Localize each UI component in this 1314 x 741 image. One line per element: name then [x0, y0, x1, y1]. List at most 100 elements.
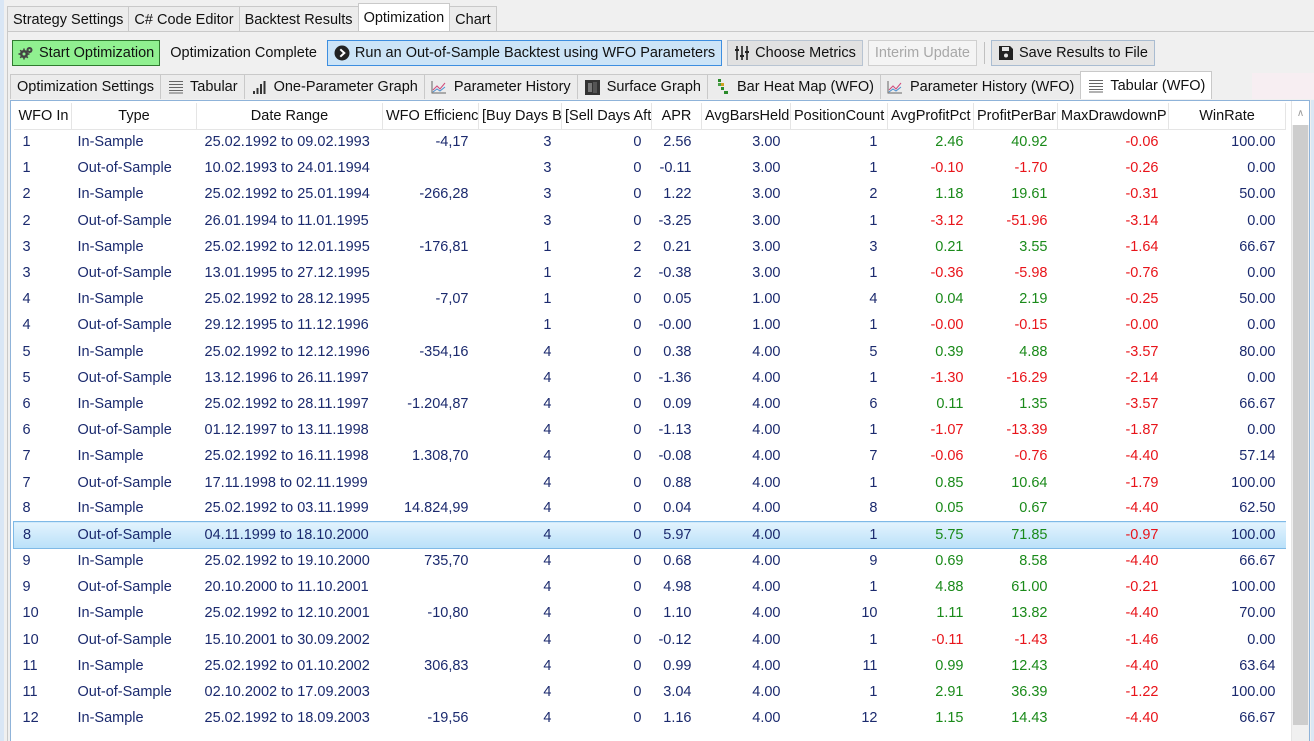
run-oos-backtest-button[interactable]: Run an Out-of-Sample Backtest using WFO …	[326, 40, 723, 66]
cell-avg-bars-held: 4.00	[752, 631, 781, 648]
column-header-position-count[interactable]: PositionCount	[790, 103, 888, 130]
tab-tabular-wfo[interactable]: Tabular (WFO)	[1080, 71, 1213, 99]
cell-profit-per-bar: 8.58	[1019, 553, 1048, 570]
cell-wfo-index: 5	[22, 369, 31, 386]
table-row[interactable]: 10 Out-of-Sample 15.10.2001 to 30.09.2002 4…	[14, 627, 1286, 653]
cell-sell-days: 0	[633, 134, 642, 151]
table-row[interactable]: 3 Out-of-Sample 13.01.1995 to 27.12.1995 1 2…	[14, 260, 1286, 286]
table-row[interactable]: 2 In-Sample 25.02.1992 to 25.01.1994 -266,2…	[14, 181, 1286, 207]
cell-max-drawdown-pct: -2.14	[1125, 369, 1159, 386]
column-header-avg-bars-held[interactable]: AvgBarsHeld	[701, 103, 791, 130]
cell-max-drawdown-pct: -0.76	[1125, 265, 1159, 282]
tab-code-editor[interactable]: C# Code Editor	[128, 6, 240, 32]
column-header-date-range[interactable]: Date Range	[196, 103, 383, 130]
tab-backtest-results[interactable]: Backtest Results	[238, 6, 359, 32]
vertical-scrollbar[interactable]: ∧	[1291, 101, 1309, 741]
column-header-max-drawdown-pct[interactable]: MaxDrawdownP	[1057, 103, 1169, 130]
cell-profit-per-bar: 0.67	[1019, 500, 1048, 517]
tab-optimization[interactable]: Optimization	[357, 3, 451, 32]
table-row[interactable]: 4 Out-of-Sample 29.12.1995 to 11.12.1996 1 0…	[14, 312, 1286, 338]
cell-sell-days: 0	[633, 710, 642, 727]
cell-win-rate: 0.00	[1247, 369, 1276, 386]
cell-buy-days: 1	[543, 291, 552, 308]
column-header-type[interactable]: Type	[71, 103, 197, 130]
table-row[interactable]: 7 Out-of-Sample 17.11.1998 to 02.11.1999 4 0…	[14, 469, 1286, 495]
cell-win-rate: 0.00	[1247, 422, 1276, 439]
column-header-avg-profit-pct[interactable]: AvgProfitPct	[887, 103, 974, 130]
cell-wfo-index: 7	[22, 474, 31, 491]
tab-bar-heat-map-wfo[interactable]: Bar Heat Map (WFO)	[707, 74, 881, 99]
cell-type: In-Sample	[77, 134, 144, 151]
cell-position-count: 8	[869, 500, 878, 517]
cell-wfo-index: 1	[22, 160, 31, 177]
column-header-sell-days[interactable]: [Sell Days Aft	[561, 103, 652, 130]
tab-label: Optimization Settings	[17, 79, 155, 95]
cell-avg-bars-held: 4.00	[752, 579, 781, 596]
cell-date-range: 20.10.2000 to 11.10.2001	[204, 579, 369, 596]
table-row[interactable]: 9 In-Sample 25.02.1992 to 19.10.2000 735,70…	[14, 548, 1286, 574]
cell-date-range: 25.02.1992 to 12.12.1996	[204, 343, 370, 360]
table-row[interactable]: 8 Out-of-Sample 04.11.1999 to 18.10.2000 4 0…	[13, 521, 1286, 549]
play-circle-icon	[334, 45, 350, 61]
table-row[interactable]: 1 In-Sample 25.02.1992 to 09.02.1993 -4,17 3…	[14, 129, 1286, 155]
cell-date-range: 13.12.1996 to 26.11.1997	[204, 369, 369, 386]
tab-parameter-history-wfo[interactable]: Parameter History (WFO)	[879, 74, 1082, 99]
tab-optimization-settings[interactable]: Optimization Settings	[10, 74, 162, 99]
table-row[interactable]: 7 In-Sample 25.02.1992 to 16.11.1998 1.308,…	[14, 443, 1286, 469]
table-row[interactable]: 1 Out-of-Sample 10.02.1993 to 24.01.1994 3 0…	[14, 155, 1286, 181]
table-row[interactable]: 3 In-Sample 25.02.1992 to 12.01.1995 -176,8…	[14, 234, 1286, 260]
cell-type: Out-of-Sample	[77, 631, 172, 648]
cell-avg-profit-pct: 0.69	[935, 553, 964, 570]
column-header-apr[interactable]: APR	[651, 103, 702, 130]
results-tab-bar: Optimization Settings Tabular One-Parame…	[10, 71, 1213, 99]
cell-buy-days: 1	[543, 238, 552, 255]
table-row[interactable]: 5 In-Sample 25.02.1992 to 12.12.1996 -354,1…	[14, 339, 1286, 365]
table-row[interactable]: 6 In-Sample 25.02.1992 to 28.11.1997 -1.204…	[14, 391, 1286, 417]
table-row[interactable]: 6 Out-of-Sample 01.12.1997 to 13.11.1998 4 0…	[14, 417, 1286, 443]
cell-buy-days: 4	[543, 631, 552, 648]
column-header-win-rate[interactable]: WinRate	[1168, 103, 1286, 130]
scrollbar-thumb[interactable]	[1293, 125, 1308, 725]
tab-strategy-settings[interactable]: Strategy Settings	[7, 6, 130, 32]
start-optimization-button[interactable]: Start Optimization	[12, 40, 161, 66]
table-row[interactable]: 8 In-Sample 25.02.1992 to 03.11.1999 14.824…	[14, 496, 1286, 522]
cell-type: Out-of-Sample	[77, 317, 172, 334]
table-row[interactable]: 10 In-Sample 25.02.1992 to 12.10.2001 -10,8…	[14, 600, 1286, 626]
tab-one-parameter-graph[interactable]: One-Parameter Graph	[243, 74, 425, 99]
cell-sell-days: 0	[633, 448, 642, 465]
cell-wfo-index: 11	[22, 684, 38, 701]
save-results-button[interactable]: Save Results to File	[991, 40, 1155, 66]
cell-position-count: 10	[861, 605, 878, 622]
table-header-row: WFO In Type Date Range WFO Efficienc [Buy Da…	[13, 103, 1286, 130]
table-row[interactable]: 9 Out-of-Sample 20.10.2000 to 11.10.2001 4 0…	[14, 574, 1286, 600]
tab-strip-filler	[1252, 73, 1314, 99]
tab-chart[interactable]: Chart	[449, 6, 497, 32]
cell-profit-per-bar: 3.55	[1019, 238, 1048, 255]
scroll-up-arrow-icon[interactable]: ∧	[1292, 101, 1309, 125]
cell-wfo-efficiency: -354,16	[419, 343, 469, 360]
table-row[interactable]: 11 Out-of-Sample 02.10.2002 to 17.09.2003 4…	[14, 679, 1286, 705]
table-row[interactable]: 11 In-Sample 25.02.1992 to 01.10.2002 306,8…	[14, 653, 1286, 679]
cell-date-range: 26.01.1994 to 11.01.1995	[204, 212, 369, 229]
column-header-wfo-index[interactable]: WFO In	[13, 103, 72, 130]
cell-max-drawdown-pct: -1.64	[1125, 238, 1159, 255]
table-row[interactable]: 4 In-Sample 25.02.1992 to 28.12.1995 -7,07 1…	[14, 286, 1286, 312]
cell-profit-per-bar: 10.64	[1011, 474, 1048, 491]
cell-date-range: 25.02.1992 to 12.01.1995	[204, 238, 370, 255]
column-header-buy-days[interactable]: [Buy Days B	[478, 103, 562, 130]
cell-wfo-index: 4	[22, 291, 31, 308]
cell-type: Out-of-Sample	[77, 422, 172, 439]
table-row[interactable]: 12 In-Sample 25.02.1992 to 18.09.2003 -19,5…	[14, 705, 1286, 731]
tab-tabular[interactable]: Tabular	[160, 74, 245, 99]
choose-metrics-button[interactable]: Choose Metrics	[727, 40, 863, 66]
column-header-profit-per-bar[interactable]: ProfitPerBar	[973, 103, 1058, 130]
interim-update-button[interactable]: Interim Update	[867, 40, 977, 66]
cell-profit-per-bar: 12.43	[1011, 657, 1048, 674]
tab-surface-graph[interactable]: Surface Graph	[576, 74, 708, 99]
cell-avg-bars-held: 4.00	[752, 474, 781, 491]
sliders-icon	[734, 45, 750, 61]
table-row[interactable]: 2 Out-of-Sample 26.01.1994 to 11.01.1995 3 0…	[14, 208, 1286, 234]
tab-parameter-history[interactable]: Parameter History	[423, 74, 578, 99]
column-header-wfo-efficiency[interactable]: WFO Efficienc	[382, 103, 479, 130]
table-row[interactable]: 5 Out-of-Sample 13.12.1996 to 26.11.1997 4 0…	[14, 365, 1286, 391]
